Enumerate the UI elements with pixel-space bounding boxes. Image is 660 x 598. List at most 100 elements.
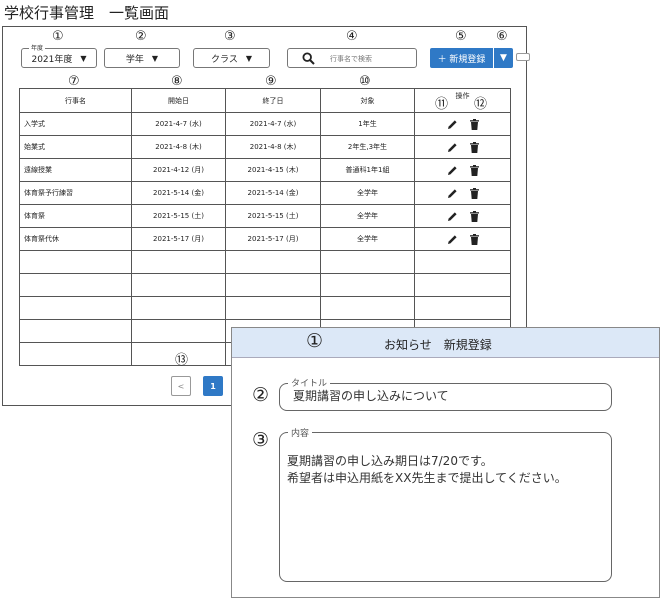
pagination: < 1 <box>171 376 223 396</box>
page-title: 学校行事管理 一覧画面 <box>4 4 170 22</box>
pager-prev-button[interactable]: < <box>171 376 191 396</box>
notice-modal: ① お知らせ 新規登録 ② 夏期講習の申し込みについて タイトル ③ 夏期講習の… <box>231 327 660 598</box>
cell-end: 2021-5-14 (金) <box>225 181 321 205</box>
edit-icon[interactable] <box>447 234 458 245</box>
marker-9: ⑨ <box>265 74 277 89</box>
col-header-end: 終了日 <box>225 88 321 113</box>
cell-start: 2021-5-17 (月) <box>131 227 226 251</box>
cell-start: 2021-4-12 (月) <box>131 158 226 182</box>
marker-6: ⑥ <box>496 29 508 44</box>
cell-start: 2021-4-8 (木) <box>131 135 226 159</box>
table-row[interactable]: 入学式 2021-4-7 (水) 2021-4-7 (水) 1年生 <box>19 112 511 136</box>
marker-1: ① <box>52 29 64 44</box>
search-input[interactable]: 行事名で検索 <box>287 48 417 68</box>
table-row[interactable]: 体育祭 2021-5-15 (土) 2021-5-15 (土) 全学年 <box>19 204 511 228</box>
search-placeholder: 行事名で検索 <box>330 55 372 63</box>
content-field[interactable]: 夏期講習の申し込み期日は7/20です。 希望者は申込用紙をXX先生まで提出してく… <box>279 432 612 582</box>
marker-4: ④ <box>346 29 358 44</box>
cell-target: 全学年 <box>320 204 415 228</box>
trash-icon[interactable] <box>469 233 479 245</box>
add-dropdown-button[interactable]: ▼ <box>493 48 513 68</box>
cell-end: 2021-5-15 (土) <box>225 204 321 228</box>
edit-icon[interactable] <box>447 211 458 222</box>
cell-ops <box>414 227 511 251</box>
dropdown-stub <box>516 53 530 61</box>
modal-header: ① お知らせ 新規登録 <box>232 328 659 358</box>
cell-name: 始業式 <box>19 135 132 159</box>
modal-marker-1: ① <box>306 330 324 352</box>
cell-ops <box>414 158 511 182</box>
grade-select-value: 学年 <box>125 54 144 65</box>
year-select-legend: 年度 <box>29 43 46 52</box>
class-select[interactable]: クラス ▼ <box>193 48 270 68</box>
table-row[interactable]: 始業式 2021-4-8 (木) 2021-4-8 (木) 2年生,3年生 <box>19 135 511 159</box>
cell-ops <box>414 181 511 205</box>
marker-12: ⑫ <box>474 97 488 112</box>
cell-name: 入学式 <box>19 112 132 136</box>
cell-end: 2021-5-17 (月) <box>225 227 321 251</box>
trash-icon[interactable] <box>469 141 479 153</box>
modal-marker-3: ③ <box>252 429 270 451</box>
marker-8: ⑧ <box>171 74 183 89</box>
marker-3: ③ <box>224 29 236 44</box>
table-row[interactable]: 遠線授業 2021-4-12 (月) 2021-4-15 (木) 普通科1年1組 <box>19 158 511 182</box>
cell-name: 体育祭 <box>19 204 132 228</box>
cell-ops <box>414 204 511 228</box>
modal-marker-2: ② <box>252 384 270 406</box>
col-header-ops: 操作 <box>414 88 511 113</box>
trash-icon[interactable] <box>469 187 479 199</box>
cell-start: 2021-5-14 (金) <box>131 181 226 205</box>
chevron-down-icon: ▼ <box>151 53 159 63</box>
cell-end: 2021-4-8 (木) <box>225 135 321 159</box>
table-row[interactable]: 体育祭予行練習 2021-5-14 (金) 2021-5-14 (金) 全学年 <box>19 181 511 205</box>
table-row-empty <box>19 296 511 320</box>
col-header-target: 対象 <box>320 88 415 113</box>
trash-icon[interactable] <box>469 164 479 176</box>
marker-2: ② <box>135 29 147 44</box>
marker-11: ⑪ <box>435 97 449 112</box>
marker-13: ⑬ <box>175 353 189 368</box>
cell-target: 普通科1年1組 <box>320 158 415 182</box>
cell-target: 2年生,3年生 <box>320 135 415 159</box>
cell-start: 2021-4-7 (水) <box>131 112 226 136</box>
marker-5: ⑤ <box>455 29 467 44</box>
table-row[interactable]: 体育祭代休 2021-5-17 (月) 2021-5-17 (月) 全学年 <box>19 227 511 251</box>
cell-target: 全学年 <box>320 227 415 251</box>
events-table: 行事名 開始日 終了日 対象 操作 入学式 2021-4-7 (水) 2021-… <box>19 88 511 366</box>
table-row-empty <box>19 273 511 297</box>
pager-page-1[interactable]: 1 <box>203 376 223 396</box>
edit-icon[interactable] <box>447 119 458 130</box>
cell-target: 全学年 <box>320 181 415 205</box>
edit-icon[interactable] <box>447 188 458 199</box>
cell-name: 体育祭予行練習 <box>19 181 132 205</box>
add-new-button[interactable]: ＋ 新規登録 <box>430 48 493 68</box>
title-field-value: 夏期講習の申し込みについて <box>293 389 449 403</box>
search-icon <box>302 52 315 65</box>
col-header-name: 行事名 <box>19 88 132 113</box>
cell-ops <box>414 135 511 159</box>
modal-title: お知らせ 新規登録 <box>384 338 492 352</box>
marker-10: ⑩ <box>359 74 371 89</box>
chevron-down-icon: ▼ <box>80 53 87 63</box>
edit-icon[interactable] <box>447 165 458 176</box>
marker-7: ⑦ <box>68 74 80 89</box>
cell-name: 体育祭代休 <box>19 227 132 251</box>
chevron-down-icon: ▼ <box>245 53 252 63</box>
grade-select[interactable]: 学年 ▼ <box>104 48 180 68</box>
cell-start: 2021-5-15 (土) <box>131 204 226 228</box>
content-field-legend: 内容 <box>288 426 313 439</box>
title-field-legend: タイトル <box>288 376 331 389</box>
edit-icon[interactable] <box>447 142 458 153</box>
trash-icon[interactable] <box>469 210 479 222</box>
col-header-start: 開始日 <box>131 88 226 113</box>
cell-name: 遠線授業 <box>19 158 132 182</box>
cell-end: 2021-4-15 (木) <box>225 158 321 182</box>
content-field-value: 夏期講習の申し込み期日は7/20です。 希望者は申込用紙をXX先生まで提出してく… <box>287 454 567 485</box>
trash-icon[interactable] <box>469 118 479 130</box>
cell-target: 1年生 <box>320 112 415 136</box>
table-row-empty <box>19 250 511 274</box>
cell-end: 2021-4-7 (水) <box>225 112 321 136</box>
year-select-value: 2021年度 <box>31 54 73 65</box>
class-select-value: クラス <box>211 54 238 65</box>
cell-ops <box>414 112 511 136</box>
